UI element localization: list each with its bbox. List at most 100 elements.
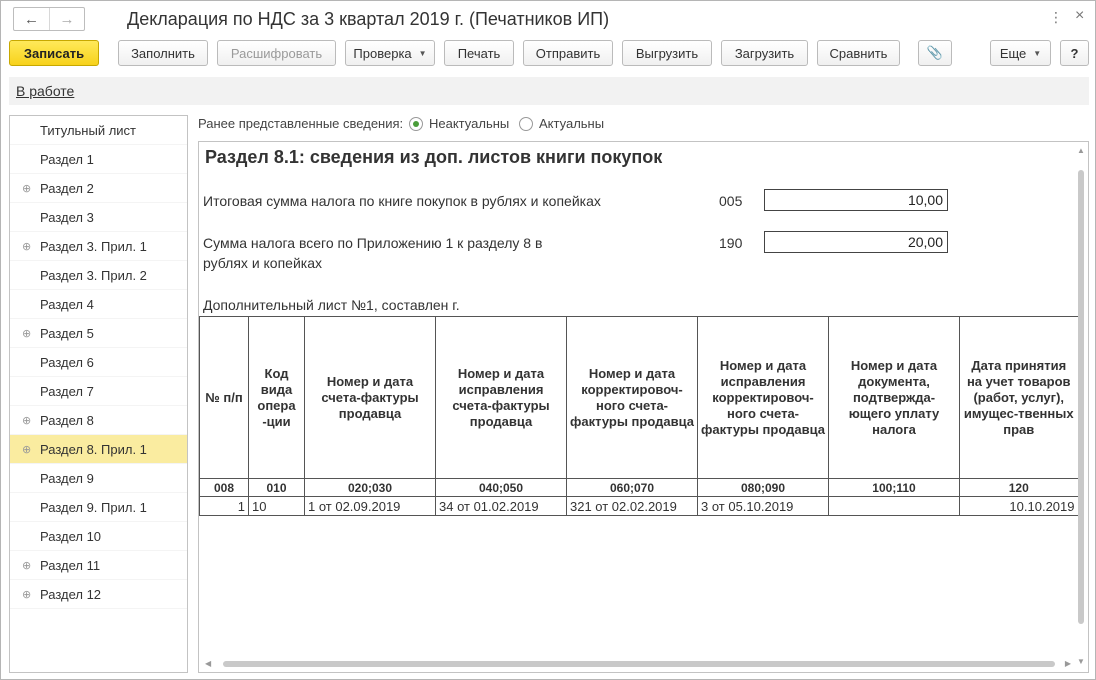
appendix-tax-label-line1: Сумма налога всего по Приложению 1 к раз… <box>203 235 543 251</box>
window-title: Декларация по НДС за 3 квартал 2019 г. (… <box>127 9 610 29</box>
back-arrow-icon[interactable]: ← <box>14 8 49 30</box>
header-seller-invoice: Номер и дата счета-фактуры продавца <box>304 316 436 479</box>
save-button[interactable]: Записать <box>9 40 99 66</box>
sidebar-item-label: Раздел 3. Прил. 2 <box>40 267 147 283</box>
title-bar: ← → Декларация по НДС за 3 квартал 2019 … <box>1 1 1095 37</box>
sidebar-item-section-3-app-1[interactable]: ⊕ Раздел 3. Прил. 1 <box>10 232 187 261</box>
code-cell: 020;030 <box>304 478 436 497</box>
cell-acceptance-date[interactable]: 10.10.2019 <box>959 496 1078 516</box>
total-tax-value-field[interactable]: 10,00 <box>764 189 948 211</box>
sidebar-item-section-12[interactable]: ⊕ Раздел 12 <box>10 580 187 609</box>
sidebar-item-section-7[interactable]: Раздел 7 <box>10 377 187 406</box>
header-invoice-correction: Номер и дата исправления счета-фактуры п… <box>435 316 567 479</box>
status-in-progress-link[interactable]: В работе <box>16 83 74 99</box>
sidebar-item-label: Раздел 2 <box>40 180 94 196</box>
sidebar-item-section-3[interactable]: Раздел 3 <box>10 203 187 232</box>
sidebar-item-section-9[interactable]: Раздел 9 <box>10 464 187 493</box>
code-cell: 100;110 <box>828 478 960 497</box>
expand-plus-icon[interactable]: ⊕ <box>22 240 31 253</box>
sidebar-item-title-page[interactable]: Титульный лист <box>10 116 187 145</box>
sidebar-item-section-2[interactable]: ⊕ Раздел 2 <box>10 174 187 203</box>
scroll-right-arrow-icon[interactable]: ▶ <box>1065 659 1071 668</box>
radio-actual[interactable] <box>519 117 533 131</box>
code-cell: 080;090 <box>697 478 829 497</box>
sidebar-item-label: Раздел 7 <box>40 383 94 399</box>
sidebar-item-section-1[interactable]: Раздел 1 <box>10 145 187 174</box>
check-button-label: Проверка <box>353 45 412 61</box>
sidebar-item-label: Раздел 1 <box>40 151 94 167</box>
additional-sheet-caption: Дополнительный лист №1, составлен г. <box>203 297 460 313</box>
decode-button[interactable]: Расшифровать <box>217 40 336 66</box>
header-acceptance-date: Дата принятия на учет товаров (работ, ус… <box>959 316 1078 479</box>
cell-operation-code[interactable]: 10 <box>248 496 305 516</box>
appendix-tax-label-line2: рублях и копейках <box>203 255 322 271</box>
appendix-tax-code: 190 <box>719 235 743 251</box>
code-cell: 008 <box>199 478 249 497</box>
appendix-tax-value-field[interactable]: 20,00 <box>764 231 948 253</box>
expand-plus-icon[interactable]: ⊕ <box>22 443 31 456</box>
import-button[interactable]: Загрузить <box>721 40 808 66</box>
attachment-clip-icon[interactable]: 📎 <box>918 40 952 66</box>
sidebar-item-section-5[interactable]: ⊕ Раздел 5 <box>10 319 187 348</box>
sidebar-item-label: Раздел 5 <box>40 325 94 341</box>
vertical-scrollbar[interactable]: ▲ ▼ <box>1076 146 1086 666</box>
more-vertical-icon[interactable]: ⋮ <box>1049 9 1063 26</box>
cell-invoice-correction[interactable]: 34 от 01.02.2019 <box>435 496 567 516</box>
help-button[interactable]: ? <box>1060 40 1089 66</box>
cell-adjustment-correction[interactable]: 3 от 05.10.2019 <box>697 496 829 516</box>
cell-number[interactable]: 1 <box>199 496 249 516</box>
scroll-up-arrow-icon[interactable]: ▲ <box>1077 146 1085 155</box>
sidebar-item-label: Раздел 8 <box>40 412 94 428</box>
sidebar-item-section-4[interactable]: Раздел 4 <box>10 290 187 319</box>
total-tax-code: 005 <box>719 193 743 209</box>
sidebar-item-section-11[interactable]: ⊕ Раздел 11 <box>10 551 187 580</box>
radio-not-actual[interactable] <box>409 117 423 131</box>
sidebar-item-section-3-app-2[interactable]: Раздел 3. Прил. 2 <box>10 261 187 290</box>
scroll-down-arrow-icon[interactable]: ▼ <box>1077 657 1085 666</box>
cell-seller-invoice[interactable]: 1 от 02.09.2019 <box>304 496 436 516</box>
horizontal-scroll-thumb[interactable] <box>223 661 1055 667</box>
sidebar-item-label: Раздел 9 <box>40 470 94 486</box>
expand-plus-icon[interactable]: ⊕ <box>22 559 31 572</box>
dropdown-caret-icon: ▼ <box>1033 48 1042 58</box>
horizontal-scrollbar[interactable]: ◀ ▶ <box>203 658 1073 670</box>
table-header-row: № п/п Код вида опера -ции Номер и дата с… <box>199 316 1078 479</box>
sidebar-item-label: Раздел 3. Прил. 1 <box>40 238 147 254</box>
cell-adjustment-invoice[interactable]: 321 от 02.02.2019 <box>566 496 698 516</box>
radio-actual-label[interactable]: Актуальны <box>539 116 604 131</box>
sidebar-item-section-10[interactable]: Раздел 10 <box>10 522 187 551</box>
vertical-scroll-thumb[interactable] <box>1078 170 1084 624</box>
compare-button[interactable]: Сравнить <box>817 40 900 66</box>
total-tax-label: Итоговая сумма налога по книге покупок в… <box>203 193 601 209</box>
expand-plus-icon[interactable]: ⊕ <box>22 414 31 427</box>
more-dropdown-button[interactable]: Еще ▼ <box>990 40 1051 66</box>
sidebar-item-section-6[interactable]: Раздел 6 <box>10 348 187 377</box>
expand-plus-icon[interactable]: ⊕ <box>22 327 31 340</box>
previous-info-label: Ранее представленные сведения: <box>198 116 404 131</box>
expand-plus-icon[interactable]: ⊕ <box>22 182 31 195</box>
more-button-label: Еще <box>999 45 1027 61</box>
table-row[interactable]: 1 10 1 от 02.09.2019 34 от 01.02.2019 32… <box>199 496 1078 516</box>
scroll-left-arrow-icon[interactable]: ◀ <box>205 659 211 668</box>
radio-not-actual-label[interactable]: Неактуальны <box>429 116 509 131</box>
fill-button[interactable]: Заполнить <box>118 40 208 66</box>
forward-arrow-icon[interactable]: → <box>48 8 84 30</box>
header-adjustment-invoice: Номер и дата корректировоч-ного счета-фа… <box>566 316 698 479</box>
sidebar-item-section-9-app-1[interactable]: Раздел 9. Прил. 1 <box>10 493 187 522</box>
print-button[interactable]: Печать <box>444 40 514 66</box>
sidebar-item-label: Раздел 8. Прил. 1 <box>40 441 147 457</box>
sidebar-item-section-8[interactable]: ⊕ Раздел 8 <box>10 406 187 435</box>
section-title: Раздел 8.1: сведения из доп. листов книг… <box>205 147 663 167</box>
export-button[interactable]: Выгрузить <box>622 40 712 66</box>
sidebar-item-label: Раздел 6 <box>40 354 94 370</box>
sidebar-item-label: Раздел 4 <box>40 296 94 312</box>
send-button[interactable]: Отправить <box>523 40 613 66</box>
sidebar-item-section-8-app-1[interactable]: ⊕ Раздел 8. Прил. 1 <box>10 435 187 464</box>
dropdown-caret-icon: ▼ <box>418 48 427 58</box>
invoice-table: № п/п Код вида опера -ции Номер и дата с… <box>199 316 1078 516</box>
close-icon[interactable]: × <box>1075 7 1084 25</box>
check-dropdown-button[interactable]: Проверка ▼ <box>345 40 435 66</box>
status-bar: В работе <box>9 77 1089 105</box>
expand-plus-icon[interactable]: ⊕ <box>22 588 31 601</box>
cell-payment-document[interactable] <box>828 496 960 516</box>
